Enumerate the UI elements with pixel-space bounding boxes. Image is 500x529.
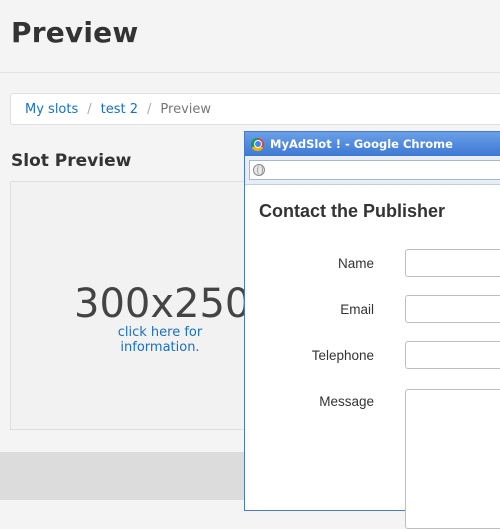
breadcrumb-separator: /: [87, 101, 92, 117]
page-header: Preview: [0, 0, 500, 73]
name-label: Name: [337, 256, 374, 271]
email-input[interactable]: [405, 295, 500, 323]
breadcrumb: My slots / test 2 / Preview: [10, 93, 500, 125]
breadcrumb-separator: /: [147, 101, 152, 117]
popup-titlebar[interactable]: MyAdSlot ! - Google Chrome: [245, 132, 500, 156]
breadcrumb-current: Preview: [160, 101, 212, 117]
contact-heading: Contact the Publisher: [259, 201, 446, 221]
chrome-icon: [251, 137, 264, 151]
slot-preview-title: Slot Preview: [11, 151, 132, 171]
slot-info-link[interactable]: click here for information.: [80, 325, 240, 355]
telephone-input[interactable]: [405, 341, 500, 369]
email-label: Email: [340, 302, 374, 317]
popup-window-title: MyAdSlot ! - Google Chrome: [270, 137, 453, 151]
contact-popup-window: MyAdSlot ! - Google Chrome Contact the P…: [244, 131, 500, 529]
breadcrumb-test-2-link[interactable]: test 2: [101, 102, 138, 117]
slot-size-text: 300x250: [74, 281, 251, 327]
popup-address-bar: [245, 156, 500, 185]
telephone-label: Telephone: [311, 348, 374, 363]
page-title: Preview: [11, 16, 139, 49]
breadcrumb-my-slots-link[interactable]: My slots: [25, 102, 78, 117]
name-input[interactable]: [405, 249, 500, 277]
globe-icon: [253, 164, 265, 176]
message-textarea[interactable]: [405, 389, 500, 529]
address-field[interactable]: [249, 160, 500, 180]
message-label: Message: [319, 394, 374, 409]
